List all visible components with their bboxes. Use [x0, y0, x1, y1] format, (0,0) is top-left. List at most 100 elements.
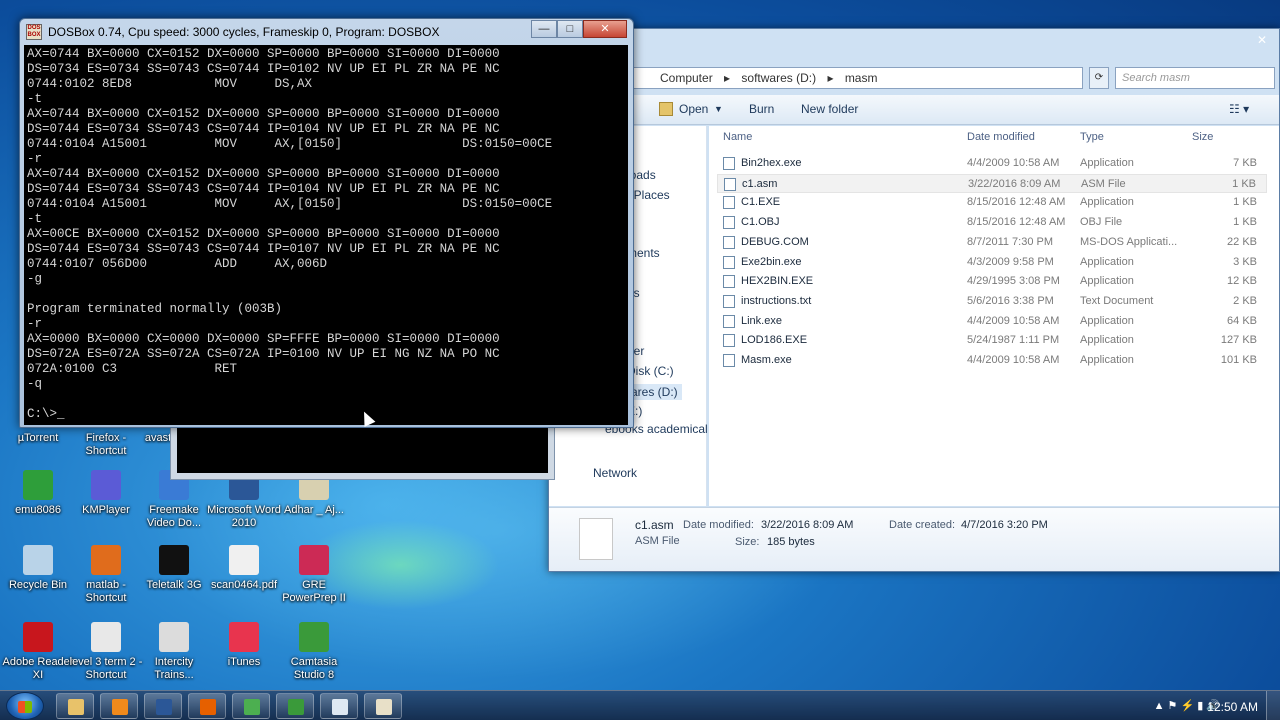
- file-size: 1 KB: [1233, 196, 1257, 209]
- console-line: -r: [27, 317, 43, 331]
- start-button[interactable]: [6, 692, 44, 720]
- desktop-icon[interactable]: matlab - Shortcut: [68, 545, 144, 605]
- desktop-icon[interactable]: Camtasia Studio 8: [276, 622, 352, 682]
- close-icon[interactable]: ✕: [1257, 33, 1267, 47]
- dos-screen[interactable]: AX=0744 BX=0000 CX=0152 DX=0000 SP=0000 …: [24, 45, 628, 425]
- file-row[interactable]: Bin2hex.exe 4/4/2009 10:58 AM Application 7…: [717, 154, 1267, 173]
- file-row[interactable]: Link.exe 4/4/2009 10:58 AM Application 64 K…: [717, 312, 1267, 331]
- taskbar-button-media-player[interactable]: [100, 693, 138, 719]
- file-date: 8/15/2016 12:48 AM: [967, 216, 1066, 229]
- file-name: Link.exe: [741, 314, 782, 327]
- file-name: C1.EXE: [741, 196, 781, 209]
- column-header-type[interactable]: Type: [1080, 131, 1104, 143]
- file-size: 1 KB: [1233, 216, 1257, 229]
- desktop-icon-label: Intercity Trains...: [154, 656, 194, 681]
- app-icon: [229, 545, 259, 575]
- desktop-icon[interactable]: GRE PowerPrep II: [276, 545, 352, 605]
- close-button[interactable]: ✕: [583, 20, 627, 38]
- desktop-icon[interactable]: Adobe Reader XI: [0, 622, 76, 682]
- desktop-icon[interactable]: emu8086: [0, 470, 76, 517]
- desktop-icon[interactable]: Recycle Bin: [0, 545, 76, 592]
- file-row[interactable]: C1.OBJ 8/15/2016 12:48 AM OBJ File 1 KB: [717, 213, 1267, 232]
- console-line: AX=00CE BX=0000 CX=0152 DX=0000 SP=0000 …: [27, 227, 500, 241]
- background-console-window[interactable]: [170, 420, 555, 480]
- file-icon: [723, 196, 735, 210]
- breadcrumb-drive[interactable]: softwares (D:): [741, 71, 816, 85]
- clock[interactable]: 12:50 AM: [1207, 700, 1258, 714]
- minimize-button[interactable]: —: [531, 20, 557, 38]
- desktop-icon[interactable]: Teletalk 3G: [136, 545, 212, 592]
- console-line: -t: [27, 92, 43, 106]
- file-date: 4/4/2009 10:58 AM: [967, 314, 1060, 327]
- file-row[interactable]: Masm.exe 4/4/2009 10:58 AM Application 101 …: [717, 351, 1267, 370]
- nav-item[interactable]: Disk (C:): [627, 364, 674, 378]
- file-list: Name Date modified Type Size Bin2hex.exe…: [709, 126, 1279, 506]
- address-bar[interactable]: Computer ▸ softwares (D:) ▸ masm: [633, 67, 1083, 89]
- column-header-size[interactable]: Size: [1192, 131, 1213, 143]
- dosbox-window[interactable]: DOS BOX DOSBox 0.74, Cpu speed: 3000 cycl…: [19, 18, 634, 428]
- file-row[interactable]: Exe2bin.exe 4/3/2009 9:58 PM Application 3 …: [717, 253, 1267, 272]
- refresh-button[interactable]: ⟳: [1089, 67, 1109, 89]
- search-input[interactable]: Search masm: [1115, 67, 1275, 89]
- console-line: AX=0744 BX=0000 CX=0152 DX=0000 SP=0000 …: [27, 47, 500, 61]
- explorer-window-controls[interactable]: ✕: [1211, 33, 1271, 51]
- file-icon: [724, 177, 736, 191]
- maximize-button[interactable]: □: [557, 20, 583, 38]
- file-row[interactable]: instructions.txt 5/6/2016 3:38 PM Text Doc…: [717, 292, 1267, 311]
- desktop-icon-label: Recycle Bin: [8, 579, 68, 591]
- console-line: -r: [27, 152, 43, 166]
- console-line: -q: [27, 377, 43, 391]
- show-desktop-button[interactable]: [1266, 691, 1280, 720]
- taskbar-button-word[interactable]: [144, 693, 182, 719]
- file-date: 4/4/2009 10:58 AM: [967, 354, 1060, 366]
- file-row[interactable]: HEX2BIN.EXE 4/29/1995 3:08 PM Application 1…: [717, 272, 1267, 291]
- desktop-icon[interactable]: iTunes: [206, 622, 282, 669]
- file-type: OBJ File: [1080, 216, 1123, 229]
- explorer-window[interactable]: ✕ ⟳ Computer ▸ softwares (D:) ▸ masm Sea…: [548, 28, 1280, 572]
- file-row[interactable]: LOD186.EXE 5/24/1987 1:11 PM Application 12…: [717, 331, 1267, 350]
- nav-item[interactable]: Network: [593, 466, 637, 480]
- taskbar: ▲ ⚑ ⚡ ▮ 🔊 12:50 AM: [0, 690, 1280, 720]
- media-player-icon: [112, 699, 128, 715]
- desktop-icon[interactable]: Intercity Trains...: [136, 622, 212, 682]
- file-date: 8/7/2011 7:30 PM: [967, 235, 1054, 248]
- file-type: Application: [1080, 354, 1134, 366]
- app-icon: [91, 545, 121, 575]
- taskbar-button-camtasia[interactable]: [276, 693, 314, 719]
- file-name: Exe2bin.exe: [741, 255, 802, 268]
- burn-button[interactable]: Burn: [749, 102, 774, 116]
- desktop-icon-label: KMPlayer: [82, 504, 130, 516]
- taskbar-button-firefox[interactable]: [188, 693, 226, 719]
- taskbar-button-notepad[interactable]: [320, 693, 358, 719]
- explorer-icon: [68, 699, 84, 715]
- file-type: Application: [1080, 157, 1134, 169]
- console-line: 0744:0107 056D00 ADD AX,006D: [27, 257, 328, 271]
- breadcrumb-computer[interactable]: Computer: [660, 71, 713, 85]
- details-file-type: ASM File: [635, 535, 680, 547]
- view-options-icon[interactable]: ☷ ▾: [1229, 102, 1249, 116]
- file-size: 7 KB: [1233, 157, 1257, 169]
- desktop-icon[interactable]: scan0464.pdf: [206, 545, 282, 592]
- new-folder-button[interactable]: New folder: [801, 102, 858, 116]
- open-button[interactable]: Open: [679, 102, 708, 116]
- file-row[interactable]: DEBUG.COM 8/7/2011 7:30 PM MS-DOS Applicat…: [717, 233, 1267, 252]
- file-type: Application: [1080, 334, 1134, 347]
- column-header-date[interactable]: Date modified: [967, 131, 1035, 143]
- file-row[interactable]: c1.asm 3/22/2016 8:09 AM ASM File 1 KB: [717, 173, 1267, 193]
- chevron-down-icon[interactable]: ▼: [714, 104, 723, 114]
- desktop-icon-label: matlab - Shortcut: [85, 579, 127, 604]
- nav-item[interactable]: ares (D:): [627, 384, 682, 400]
- desktop-icon-label: Adhar _ Aj...: [284, 504, 344, 516]
- desktop-icon[interactable]: level 3 term 2 - Shortcut: [68, 622, 144, 682]
- column-header-name[interactable]: Name: [723, 131, 752, 143]
- file-size: 127 KB: [1220, 334, 1257, 347]
- taskbar-button-dosbox[interactable]: [364, 693, 402, 719]
- console-line: DS=0734 ES=0734 SS=0743 CS=0744 IP=0102 …: [27, 62, 500, 76]
- console-line: AX=0744 BX=0000 CX=0152 DX=0000 SP=0000 …: [27, 107, 500, 121]
- breadcrumb-folder[interactable]: masm: [845, 71, 878, 85]
- desktop-icon-label: emu8086: [15, 504, 61, 516]
- taskbar-button-explorer[interactable]: [56, 693, 94, 719]
- desktop-icon[interactable]: KMPlayer: [68, 470, 144, 517]
- file-row[interactable]: C1.EXE 8/15/2016 12:48 AM Application 1 KB: [717, 193, 1267, 212]
- taskbar-button-chrome[interactable]: [232, 693, 270, 719]
